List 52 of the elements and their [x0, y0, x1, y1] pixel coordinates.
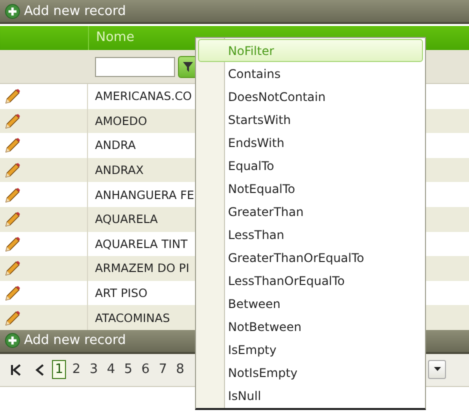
table-cell: AQUARELA TINT — [95, 236, 188, 251]
filter-field[interactable] — [95, 56, 175, 76]
menu-item[interactable]: GreaterThan — [198, 200, 423, 223]
menu-item[interactable]: IsEmpty — [198, 338, 423, 361]
previous-page-icon[interactable] — [34, 364, 46, 376]
page-link[interactable]: 5 — [121, 360, 136, 380]
pencil-icon[interactable] — [5, 112, 21, 129]
menu-item[interactable]: GreaterThanOrEqualTo — [198, 246, 423, 269]
menu-item[interactable]: LessThanOrEqualTo — [198, 269, 423, 292]
add-record-link[interactable]: Add new record — [5, 4, 126, 18]
menu-item[interactable]: NotBetween — [198, 315, 423, 338]
pencil-icon[interactable] — [5, 211, 21, 228]
menu-item[interactable]: IsNull — [198, 384, 423, 407]
menu-item[interactable]: DoesNotContain — [198, 85, 423, 108]
menu-item[interactable]: EqualTo — [198, 154, 423, 177]
pencil-icon[interactable] — [5, 310, 21, 326]
table-cell: ATACOMINAS — [95, 310, 170, 325]
menu-item[interactable]: EndsWith — [198, 131, 423, 154]
first-page-icon[interactable] — [10, 364, 22, 376]
add-icon — [5, 4, 20, 18]
menu-item[interactable]: Between — [198, 292, 423, 315]
funnel-icon — [183, 62, 193, 72]
pencil-icon[interactable] — [5, 186, 21, 203]
page-link[interactable]: 7 — [156, 360, 170, 380]
pencil-icon[interactable] — [5, 137, 21, 154]
add-record-link[interactable]: Add new record — [5, 333, 126, 348]
page-link[interactable]: 4 — [104, 360, 118, 380]
pencil-icon[interactable] — [5, 162, 21, 178]
pencil-icon[interactable] — [5, 236, 21, 252]
pencil-icon[interactable] — [5, 260, 21, 276]
table-cell: ANDRA — [95, 138, 136, 152]
table-cell: ARMAZEM DO PI — [95, 261, 190, 276]
menu-item[interactable]: StartsWith — [198, 108, 423, 131]
pencil-icon[interactable] — [5, 88, 21, 104]
page-size-dropdown[interactable] — [428, 360, 446, 379]
page-link[interactable]: 2 — [69, 360, 84, 380]
caret-icon — [434, 367, 440, 372]
menu-item[interactable]: NotIsEmpty — [198, 361, 423, 384]
add-icon — [5, 333, 20, 348]
page-link[interactable]: 1 — [52, 360, 66, 380]
table-cell: AMOEDO — [95, 114, 148, 128]
page-link[interactable]: 3 — [86, 360, 101, 380]
table-cell: AMERICANAS.CO — [95, 89, 192, 104]
page-link[interactable]: 6 — [138, 360, 153, 380]
page-link[interactable]: 8 — [172, 360, 188, 380]
menu-item[interactable]: NotEqualTo — [198, 177, 423, 200]
pencil-icon[interactable] — [5, 285, 21, 302]
table-cell: AQUARELA — [95, 212, 158, 226]
table-cell: ANDRAX — [95, 163, 144, 178]
menu-item[interactable]: LessThan — [198, 223, 423, 246]
table-cell: ART PISO — [95, 286, 148, 300]
table-cell: ANHANGUERA FE — [95, 188, 194, 202]
